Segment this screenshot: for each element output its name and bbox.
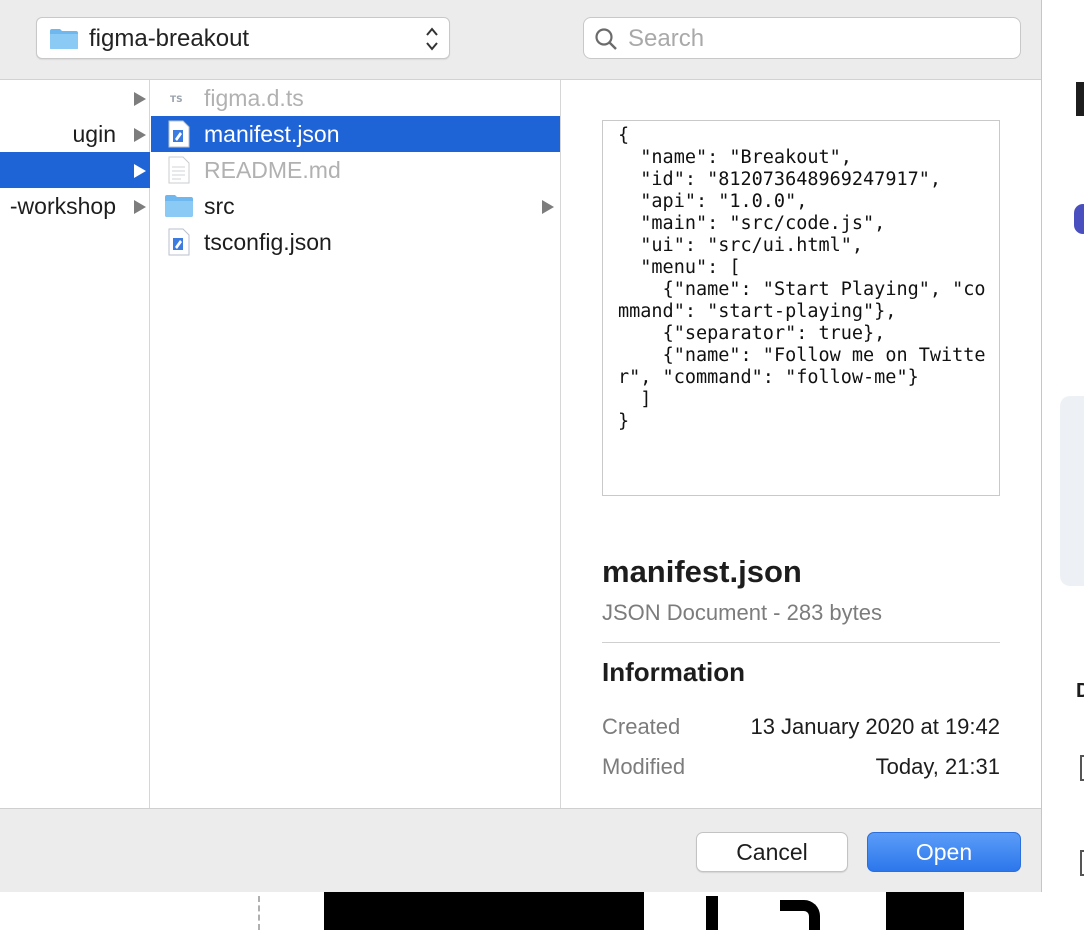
preview-file-kind: JSON Document - 283 bytes	[602, 600, 883, 625]
disclosure-arrow-icon	[134, 92, 146, 106]
json-file-icon	[168, 228, 190, 256]
file-name: figma.d.ts	[204, 85, 304, 111]
location-popup-label: figma-breakout	[89, 25, 250, 52]
background-shape	[706, 896, 718, 930]
background-avatar	[1074, 204, 1084, 234]
list-item-label: ugin	[72, 121, 116, 147]
file-content-text: { "name": "Breakout", "id": "81207364896…	[618, 125, 986, 432]
background-dashed-line	[258, 896, 260, 930]
background-letter: D	[1076, 680, 1084, 702]
file-name: manifest.json	[204, 121, 340, 147]
location-popup[interactable]: figma-breakout	[36, 17, 450, 59]
dialog-footer: Cancel Open	[0, 808, 1041, 892]
background-block	[324, 892, 644, 930]
preview-pane: { "name": "Breakout", "id": "81207364896…	[562, 80, 1041, 808]
search-icon	[595, 28, 617, 50]
folder-icon	[50, 29, 78, 49]
disclosure-arrow-icon	[134, 128, 146, 142]
file-row-tsconfig-json[interactable]: tsconfig.json	[151, 224, 560, 260]
list-item[interactable]	[0, 80, 150, 116]
background-checkbox	[1080, 755, 1084, 781]
browser-column-parent: ugin -workshop	[0, 80, 150, 808]
created-label: Created	[602, 714, 681, 739]
file-row-figma-d-ts[interactable]: TS figma.d.ts	[151, 80, 560, 116]
created-value: 13 January 2020 at 19:42	[750, 714, 1000, 739]
file-name: src	[204, 193, 235, 219]
preview-file-name: manifest.json	[602, 554, 802, 589]
list-item[interactable]: ugin	[0, 116, 150, 152]
information-heading: Information	[602, 657, 745, 687]
column-browser: ugin -workshop TS figma.d.ts manifest.js…	[0, 80, 1041, 808]
open-button[interactable]: Open	[867, 832, 1021, 872]
file-row-readme-md[interactable]: README.md	[151, 152, 560, 188]
svg-text:TS: TS	[170, 95, 183, 105]
dialog-toolbar: figma-breakout	[0, 0, 1041, 80]
search-field[interactable]	[583, 17, 1021, 59]
disclosure-arrow-icon	[134, 200, 146, 214]
list-item-label: -workshop	[9, 193, 116, 219]
background-canvas	[0, 892, 1084, 930]
background-game-area	[644, 892, 886, 930]
json-file-icon	[168, 120, 190, 148]
folder-icon	[165, 195, 193, 217]
disclosure-arrow-icon	[134, 164, 146, 178]
typescript-file-icon: TS	[170, 95, 183, 105]
browser-column-files: TS figma.d.ts manifest.json README.md sr…	[151, 80, 561, 808]
background-checkbox	[1080, 850, 1084, 876]
modified-label: Modified	[602, 754, 686, 779]
background-glyph	[1076, 82, 1084, 116]
chevron-up-down-icon	[426, 27, 438, 51]
modified-value: Today, 21:31	[875, 754, 1000, 779]
file-row-manifest-json[interactable]: manifest.json	[151, 116, 560, 152]
file-name: README.md	[204, 157, 341, 183]
cancel-button[interactable]: Cancel	[696, 832, 848, 872]
text-file-icon	[168, 156, 190, 184]
folder-row-src[interactable]: src	[151, 188, 560, 224]
list-item[interactable]: -workshop	[0, 188, 150, 224]
search-input[interactable]	[628, 24, 1008, 54]
background-shape	[780, 900, 820, 930]
file-name: tsconfig.json	[204, 229, 332, 255]
divider	[602, 642, 1000, 643]
background-card	[1060, 396, 1084, 586]
file-content-preview: { "name": "Breakout", "id": "81207364896…	[602, 120, 1000, 496]
disclosure-arrow-icon	[542, 200, 554, 214]
background-block	[886, 892, 964, 930]
list-item-selected[interactable]	[0, 152, 150, 188]
open-file-dialog: figma-breakout ugin	[0, 0, 1042, 892]
